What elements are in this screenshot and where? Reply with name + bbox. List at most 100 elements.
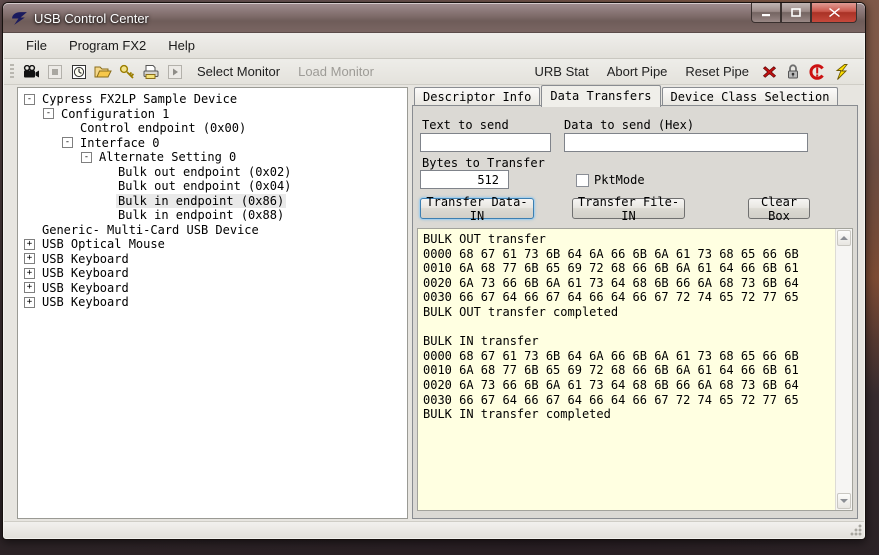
bytes-to-transfer-label: Bytes to Transfer <box>422 156 545 170</box>
transfer-output-text: BULK OUT transfer 0000 68 67 61 73 6B 64… <box>418 229 835 510</box>
lock-icon[interactable] <box>782 62 804 82</box>
tree-item-interface-0[interactable]: -Interface 0 <box>20 136 405 151</box>
tree-item-usb-optical-mouse[interactable]: + USB Optical Mouse <box>20 237 405 252</box>
toolbar-grip <box>10 64 14 80</box>
tree-item-usb-keyboard[interactable]: + USB Keyboard <box>20 295 405 310</box>
tree-item-configuration-1[interactable]: -Configuration 1 <box>20 107 405 122</box>
tab-control: Descriptor InfoData TransfersDevice Clas… <box>412 85 858 519</box>
expand-icon[interactable]: + <box>24 239 35 250</box>
tree-item-label: USB Keyboard <box>40 281 131 295</box>
transfer-file-in-button[interactable]: Transfer File-IN <box>572 198 685 219</box>
open-folder-icon[interactable] <box>92 62 114 82</box>
data-to-send-label: Data to send (Hex) <box>564 118 694 132</box>
title-bar[interactable]: USB Control Center <box>3 3 865 33</box>
abort-pipe-button[interactable]: Abort Pipe <box>607 64 668 79</box>
close-button[interactable] <box>811 3 857 23</box>
stop-icon <box>44 62 66 82</box>
window-title: USB Control Center <box>34 11 149 26</box>
urb-stat-button[interactable]: URB Stat <box>535 64 589 79</box>
collapse-icon[interactable]: - <box>24 94 35 105</box>
text-to-send-input[interactable] <box>420 133 551 152</box>
maximize-icon <box>791 8 801 17</box>
tree-item-label: Bulk in endpoint (0x86) <box>116 194 286 208</box>
select-monitor-button[interactable]: Select Monitor <box>197 64 280 79</box>
tree-item-label: Generic- Multi-Card USB Device <box>40 223 261 237</box>
menu-bar: FileProgram FX2Help <box>4 33 864 59</box>
lightning-icon[interactable] <box>830 62 852 82</box>
tree-item-label: Bulk out endpoint (0x02) <box>116 165 293 179</box>
output-scrollbar[interactable] <box>835 229 852 510</box>
scroll-up-button[interactable] <box>837 230 851 246</box>
pktmode-checkbox[interactable] <box>576 174 589 187</box>
scroll-up-icon <box>840 236 848 240</box>
abort-x-icon[interactable] <box>758 62 780 82</box>
tree-item-label: USB Keyboard <box>40 266 131 280</box>
maximize-button[interactable] <box>781 3 811 23</box>
resize-grip[interactable] <box>849 523 862 536</box>
text-to-send-label: Text to send <box>422 118 509 132</box>
app-icon <box>11 10 28 27</box>
expand-icon[interactable]: + <box>24 268 35 279</box>
tab-data-transfers[interactable]: Data Transfers <box>541 85 660 107</box>
tree-item-control-endpoint-0x00[interactable]: Control endpoint (0x00) <box>20 121 405 136</box>
tree-item-usb-keyboard[interactable]: + USB Keyboard <box>20 281 405 296</box>
transfer-output-box[interactable]: BULK OUT transfer 0000 68 67 61 73 6B 64… <box>417 228 853 511</box>
expand-icon[interactable]: + <box>24 297 35 308</box>
status-bar <box>4 521 864 538</box>
tab-device-class-selection[interactable]: Device Class Selection <box>662 87 839 106</box>
print-icon[interactable] <box>140 62 162 82</box>
device-tree[interactable]: -Cypress FX2LP Sample Device-Configurati… <box>17 87 408 519</box>
clear-box-button[interactable]: Clear Box <box>748 198 810 219</box>
reset-pipe-button[interactable]: Reset Pipe <box>685 64 749 79</box>
tree-item-label: Bulk out endpoint (0x04) <box>116 179 293 193</box>
key-icon[interactable] <box>116 62 138 82</box>
tab-descriptor-info[interactable]: Descriptor Info <box>414 87 540 106</box>
toolbar: Select Monitor Load Monitor URB Stat Abo… <box>4 59 864 85</box>
scroll-down-button[interactable] <box>837 493 851 509</box>
tree-item-label: USB Keyboard <box>40 252 131 266</box>
tab-strip: Descriptor InfoData TransfersDevice Clas… <box>412 85 858 106</box>
app-window: USB Control Center FileProgram FX2Help <box>2 2 866 540</box>
close-icon <box>829 8 840 17</box>
expand-icon[interactable]: + <box>24 253 35 264</box>
reset-c-icon[interactable] <box>806 62 828 82</box>
tree-item-bulk-out-endpoint-0x02[interactable]: Bulk out endpoint (0x02) <box>20 165 405 180</box>
bytes-to-transfer-input[interactable] <box>420 170 509 189</box>
tree-item-usb-keyboard[interactable]: + USB Keyboard <box>20 252 405 267</box>
tree-item-bulk-in-endpoint-0x88[interactable]: Bulk in endpoint (0x88) <box>20 208 405 223</box>
tree-item-label: Bulk in endpoint (0x88) <box>116 208 286 222</box>
tree-item-label: Interface 0 <box>78 136 161 150</box>
collapse-icon[interactable]: - <box>43 108 54 119</box>
pktmode-checkbox-wrap: PktMode <box>576 173 645 187</box>
caption-buttons <box>751 3 857 23</box>
load-monitor-button: Load Monitor <box>298 64 374 79</box>
tree-item-cypress-fx2lp-sample-device[interactable]: -Cypress FX2LP Sample Device <box>20 92 405 107</box>
menu-item-file[interactable]: File <box>16 35 57 56</box>
menu-item-program-fx2[interactable]: Program FX2 <box>59 35 156 56</box>
tree-item-label: Configuration 1 <box>59 107 171 121</box>
data-transfers-tabpage: Text to send Data to send (Hex) Bytes to… <box>412 105 858 519</box>
tree-item-label: USB Optical Mouse <box>40 237 167 251</box>
tree-item-label: Alternate Setting 0 <box>97 150 238 164</box>
menu-item-help[interactable]: Help <box>158 35 205 56</box>
tree-item-label: Cypress FX2LP Sample Device <box>40 92 239 106</box>
expand-icon[interactable]: + <box>24 282 35 293</box>
collapse-icon[interactable]: - <box>81 152 92 163</box>
data-to-send-input[interactable] <box>564 133 808 152</box>
tree-item-label: Control endpoint (0x00) <box>78 121 248 135</box>
pktmode-label: PktMode <box>594 173 645 187</box>
tree-item-generic-multi-card-usb-device[interactable]: Generic- Multi-Card USB Device <box>20 223 405 238</box>
camcorder-icon[interactable] <box>20 62 42 82</box>
main-content: -Cypress FX2LP Sample Device-Configurati… <box>4 85 864 521</box>
collapse-icon[interactable]: - <box>62 137 73 148</box>
minimize-icon <box>761 8 771 17</box>
tree-item-usb-keyboard[interactable]: + USB Keyboard <box>20 266 405 281</box>
tree-item-label: USB Keyboard <box>40 295 131 309</box>
tree-item-bulk-out-endpoint-0x04[interactable]: Bulk out endpoint (0x04) <box>20 179 405 194</box>
scroll-down-icon <box>840 499 848 503</box>
minimize-button[interactable] <box>751 3 781 23</box>
transfer-data-in-button[interactable]: Transfer Data-IN <box>420 198 534 219</box>
monitor-clock-icon[interactable] <box>68 62 90 82</box>
tree-item-alternate-setting-0[interactable]: -Alternate Setting 0 <box>20 150 405 165</box>
tree-item-bulk-in-endpoint-0x86[interactable]: Bulk in endpoint (0x86) <box>20 194 405 209</box>
